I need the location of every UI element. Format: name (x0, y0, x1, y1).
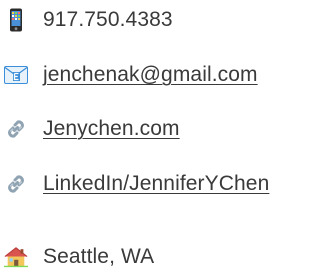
mobile-phone-icon (4, 8, 28, 32)
contact-list: 917.750.4383 jenchenak@gmail.com Jenyche… (0, 0, 311, 276)
contact-email[interactable]: jenchenak@gmail.com (0, 55, 258, 95)
contact-phone: 917.750.4383 (0, 0, 173, 40)
contact-website[interactable]: Jenychen.com (0, 109, 180, 149)
phone-number: 917.750.4383 (43, 8, 173, 31)
contact-location: Seattle, WA (0, 237, 154, 277)
house-icon (4, 245, 28, 269)
website-link[interactable]: Jenychen.com (43, 116, 180, 142)
linkedin-link[interactable]: LinkedIn/JenniferYChen (43, 171, 269, 197)
email-link[interactable]: jenchenak@gmail.com (43, 62, 258, 88)
location-text: Seattle, WA (43, 245, 155, 268)
email-envelope-icon (4, 63, 28, 87)
link-chain-icon (4, 172, 28, 196)
contact-linkedin[interactable]: LinkedIn/JenniferYChen (0, 164, 269, 204)
link-chain-icon (4, 117, 28, 141)
